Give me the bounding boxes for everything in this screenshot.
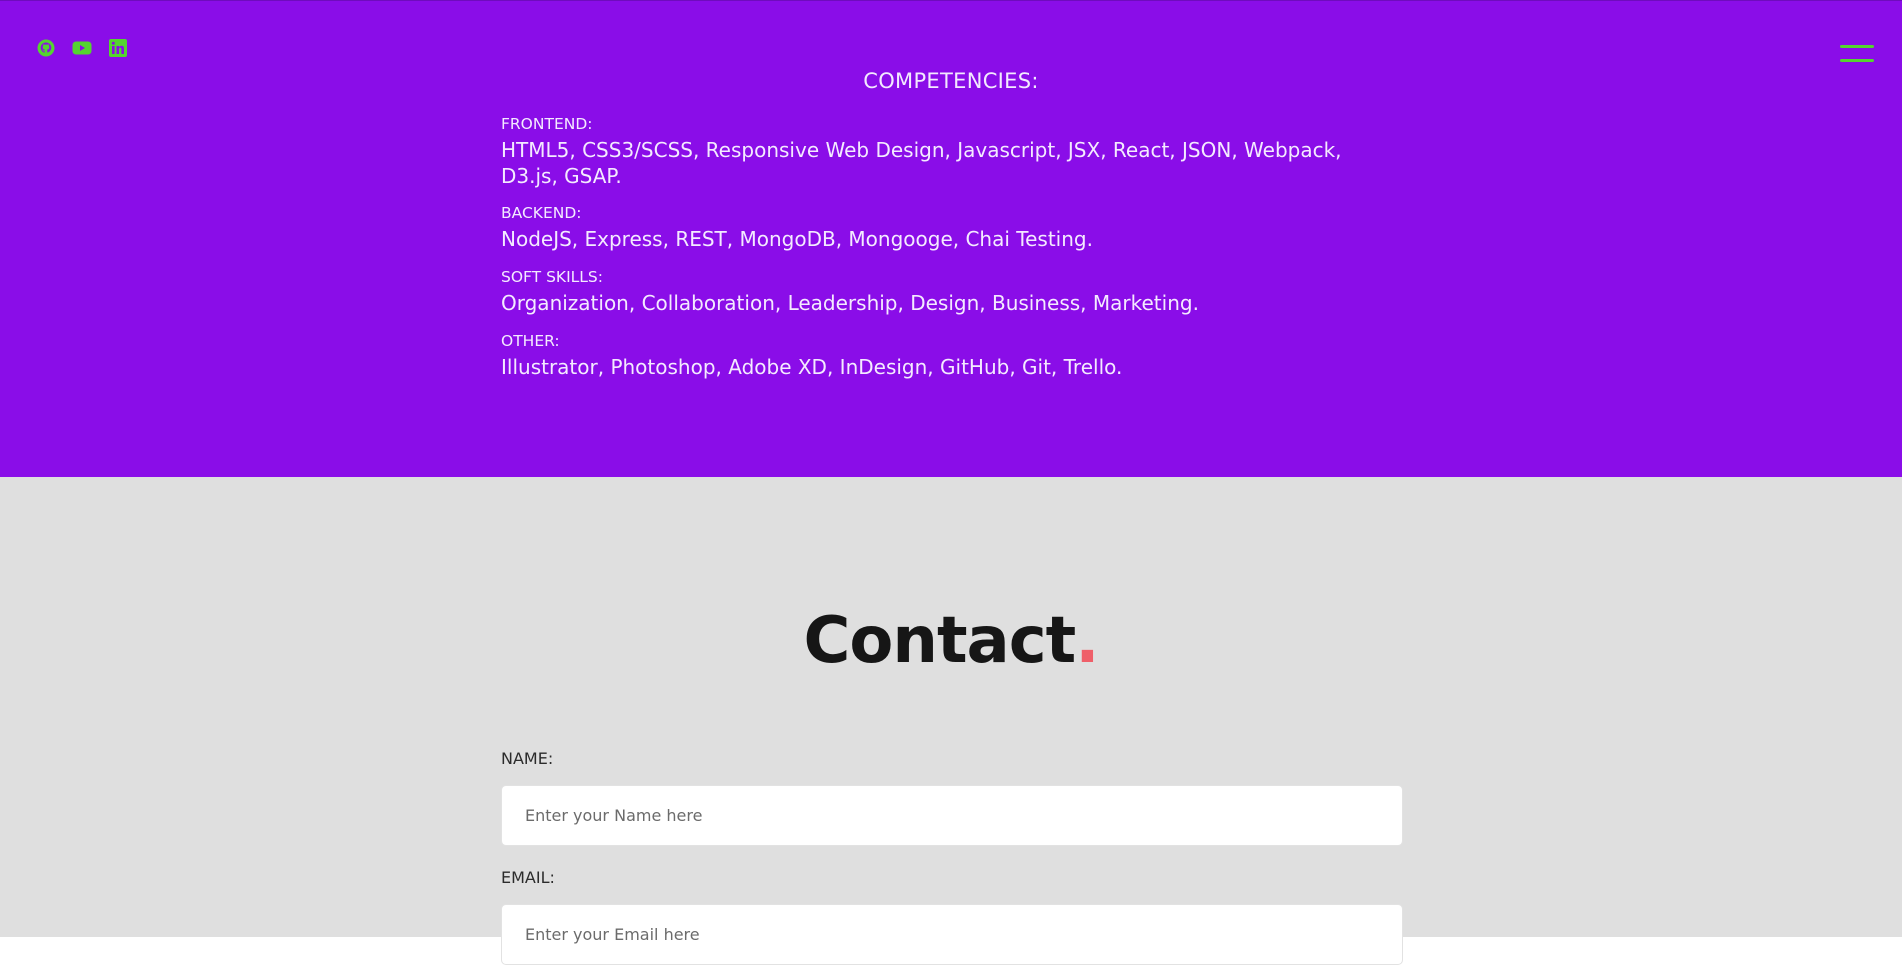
competency-soft-skills: SOFT SKILLS: Organization, Collaboration… xyxy=(501,268,1381,316)
competencies-title: COMPETENCIES: xyxy=(863,69,1039,93)
contact-section xyxy=(0,477,1902,937)
github-icon[interactable] xyxy=(36,38,56,58)
competency-other: OTHER: Illustrator, Photoshop, Adobe XD,… xyxy=(501,332,1381,380)
email-input[interactable] xyxy=(501,904,1403,965)
competency-text: Illustrator, Photoshop, Adobe XD, InDesi… xyxy=(501,355,1123,379)
competencies-section: COMPETENCIES: FRONTEND: HTML5, CSS3/SCSS… xyxy=(0,0,1902,477)
social-links xyxy=(36,38,128,58)
competency-frontend: FRONTEND: HTML5, CSS3/SCSS, Responsive W… xyxy=(501,115,1381,189)
contact-title: Contact. xyxy=(0,604,1902,678)
hamburger-line xyxy=(1840,45,1874,48)
competency-heading: BACKEND: xyxy=(501,204,582,222)
name-input[interactable] xyxy=(501,785,1403,846)
competency-text: Organization, Collaboration, Leadership,… xyxy=(501,291,1199,315)
contact-title-dot: . xyxy=(1075,604,1099,678)
email-label: EMAIL: xyxy=(501,868,555,887)
contact-title-text: Contact xyxy=(803,604,1076,678)
competency-backend: BACKEND: NodeJS, Express, REST, MongoDB,… xyxy=(501,204,1381,252)
youtube-icon[interactable] xyxy=(72,38,92,58)
hamburger-line xyxy=(1840,59,1874,62)
competency-heading: FRONTEND: xyxy=(501,115,593,133)
competency-heading: OTHER: xyxy=(501,332,560,350)
menu-hamburger-icon[interactable] xyxy=(1840,43,1874,69)
competency-text: HTML5, CSS3/SCSS, Responsive Web Design,… xyxy=(501,138,1342,188)
competency-text: NodeJS, Express, REST, MongoDB, Mongooge… xyxy=(501,227,1093,251)
linkedin-icon[interactable] xyxy=(108,38,128,58)
name-label: NAME: xyxy=(501,749,554,768)
competency-heading: SOFT SKILLS: xyxy=(501,268,603,286)
